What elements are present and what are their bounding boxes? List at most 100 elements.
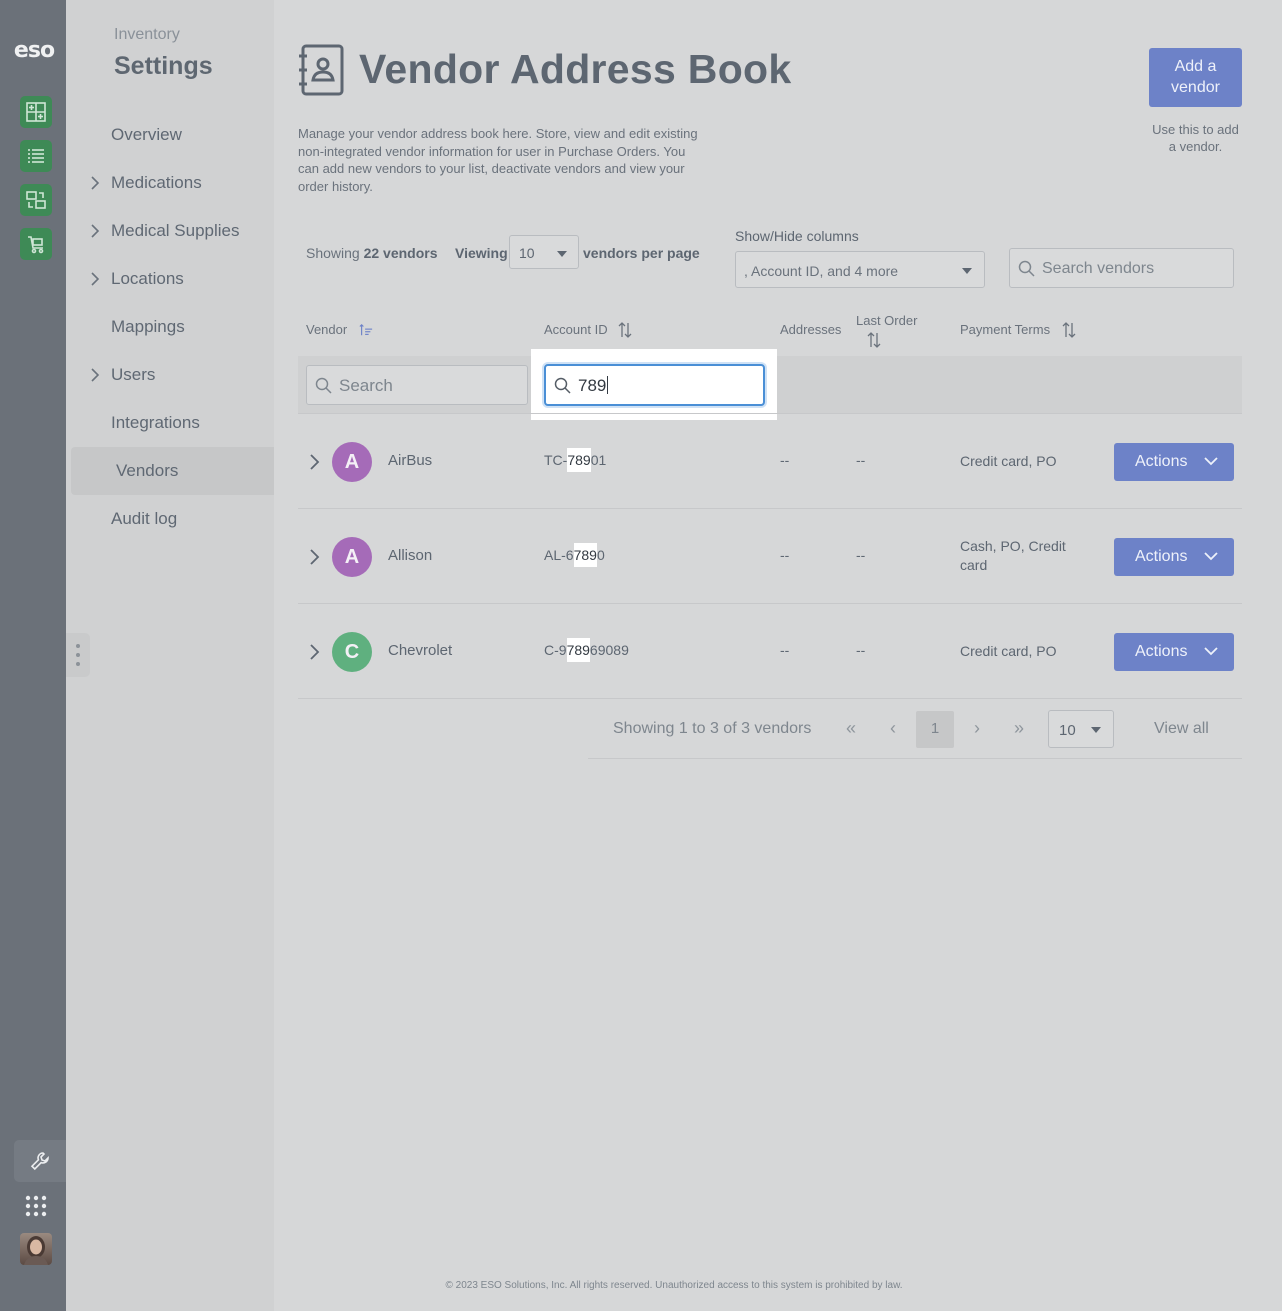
- expand-chevron-icon[interactable]: [308, 643, 320, 661]
- page-size-value: 10: [1059, 722, 1076, 739]
- vendor-avatar: A: [332, 442, 372, 482]
- last-order-cell: --: [856, 452, 866, 468]
- header-account-id[interactable]: Account ID: [544, 322, 608, 337]
- vendor-initial: C: [344, 640, 360, 663]
- search-icon: [315, 377, 332, 394]
- nav-item-mappings[interactable]: Mappings: [71, 303, 274, 351]
- per-page-suffix: vendors per page: [583, 245, 700, 261]
- chevron-right-icon: [91, 224, 100, 238]
- header-vendor[interactable]: Vendor: [306, 322, 347, 337]
- caret-down-icon: [557, 251, 567, 257]
- header-payment-terms[interactable]: Payment Terms: [960, 322, 1050, 337]
- cart-icon[interactable]: [20, 228, 52, 260]
- per-page-select[interactable]: 10: [509, 235, 579, 269]
- columns-select[interactable]: , Account ID, and 4 more: [735, 251, 985, 288]
- vendor-initial: A: [344, 450, 360, 473]
- nav-item-label: Medications: [111, 173, 202, 192]
- account-id-suffix: 69089: [589, 642, 629, 658]
- account-id-suffix: 0: [596, 547, 605, 563]
- page-description: Manage your vendor address book here. St…: [298, 126, 698, 194]
- vendor-avatar: A: [332, 537, 372, 577]
- account-id: AL-67890: [544, 543, 605, 567]
- chevron-down-icon: [1204, 552, 1218, 561]
- sort-icon[interactable]: [618, 322, 632, 338]
- view-all-link[interactable]: View all: [1154, 720, 1209, 738]
- payment-terms-cell: Credit card, PO: [960, 453, 1057, 469]
- chevron-right-icon: [91, 272, 100, 286]
- pagination-status: Showing 1 to 3 of 3 vendors: [613, 720, 812, 737]
- addresses-cell: --: [780, 452, 790, 468]
- pagination-divider: [588, 758, 1242, 759]
- account-id-match: 789: [573, 543, 597, 567]
- account-id-suffix: 01: [590, 452, 607, 468]
- nav-item-vendors[interactable]: Vendors: [71, 447, 274, 495]
- next-page-button[interactable]: ›: [966, 718, 988, 740]
- sort-ascending-icon[interactable]: [359, 322, 373, 338]
- table-row: A Allison AL-67890 -- -- Cash, PO, Credi…: [298, 509, 1242, 604]
- account-id-prefix: C-9: [544, 642, 567, 658]
- search-vendors-placeholder: Search vendors: [1042, 260, 1155, 277]
- nav-item-medical-supplies[interactable]: Medical Supplies: [71, 207, 274, 255]
- nav-item-label: Users: [111, 365, 156, 384]
- wrench-icon[interactable]: [14, 1140, 66, 1182]
- app-grid-icon[interactable]: [24, 1194, 48, 1218]
- viewing-label: Viewing: [455, 245, 508, 261]
- account-id-match: 789: [566, 638, 590, 662]
- account-id: TC-78901: [544, 448, 607, 472]
- last-order-cell: --: [856, 642, 866, 658]
- vendor-name: Allison: [388, 547, 433, 564]
- inventory-grid-icon[interactable]: [20, 96, 52, 128]
- account-id-prefix: TC-: [544, 452, 568, 468]
- actions-button[interactable]: Actions: [1114, 538, 1234, 576]
- prev-page-button[interactable]: ‹: [882, 718, 904, 740]
- nav-item-users[interactable]: Users: [71, 351, 274, 399]
- nav-item-integrations[interactable]: Integrations: [71, 399, 274, 447]
- chevron-down-icon: [1204, 457, 1218, 466]
- nav-collapse-handle[interactable]: [66, 633, 90, 677]
- last-page-button[interactable]: »: [1008, 718, 1030, 740]
- user-avatar[interactable]: [20, 1233, 52, 1265]
- sort-icon[interactable]: [1062, 322, 1076, 338]
- expand-chevron-icon[interactable]: [308, 548, 320, 566]
- sort-icon[interactable]: [867, 332, 881, 348]
- vendor-filter-placeholder: Search: [339, 376, 393, 395]
- columns-label: Show/Hide columns: [735, 228, 859, 244]
- showing-prefix: Showing: [306, 245, 360, 261]
- account-id-filter-input[interactable]: 789: [544, 364, 765, 406]
- current-page[interactable]: 1: [916, 711, 954, 748]
- chevron-right-icon: [91, 176, 100, 190]
- page-size-select[interactable]: 10: [1048, 710, 1114, 748]
- nav-item-overview[interactable]: Overview: [71, 111, 274, 159]
- list-icon[interactable]: [20, 140, 52, 172]
- payment-terms-cell: Credit card, PO: [960, 643, 1057, 659]
- table-row: C Chevrolet C-978969089 -- -- Credit car…: [298, 604, 1242, 699]
- add-vendor-button[interactable]: Add a vendor: [1149, 48, 1242, 107]
- actions-button[interactable]: Actions: [1114, 633, 1234, 671]
- per-page-value: 10: [519, 245, 535, 261]
- first-page-button[interactable]: «: [840, 718, 862, 740]
- addresses-cell: --: [780, 547, 790, 563]
- nav-item-label: Vendors: [116, 461, 179, 480]
- search-vendors-input[interactable]: Search vendors: [1009, 248, 1234, 288]
- address-book-icon: [299, 44, 344, 96]
- vendor-filter-input[interactable]: Search: [306, 365, 528, 405]
- nav-item-label: Overview: [111, 125, 182, 144]
- search-icon: [554, 377, 571, 394]
- search-icon: [1018, 260, 1035, 277]
- actions-button[interactable]: Actions: [1114, 443, 1234, 481]
- app-rail: eso: [0, 0, 66, 1311]
- expand-chevron-icon[interactable]: [308, 453, 320, 471]
- nav-item-locations[interactable]: Locations: [71, 255, 274, 303]
- actions-label: Actions: [1135, 643, 1188, 660]
- header-last-order[interactable]: Last Order: [856, 313, 917, 328]
- nav-item-label: Mappings: [111, 317, 185, 336]
- header-addresses: Addresses: [780, 322, 842, 337]
- nav-item-medications[interactable]: Medications: [71, 159, 274, 207]
- caret-down-icon: [962, 268, 972, 274]
- vendor-avatar: C: [332, 632, 372, 672]
- eso-logo: eso: [13, 38, 55, 63]
- vendor-name: Chevrolet: [388, 642, 453, 659]
- transfer-icon[interactable]: [20, 184, 52, 216]
- nav-item-audit-log[interactable]: Audit log: [71, 495, 274, 543]
- vendor-initial: A: [344, 545, 360, 568]
